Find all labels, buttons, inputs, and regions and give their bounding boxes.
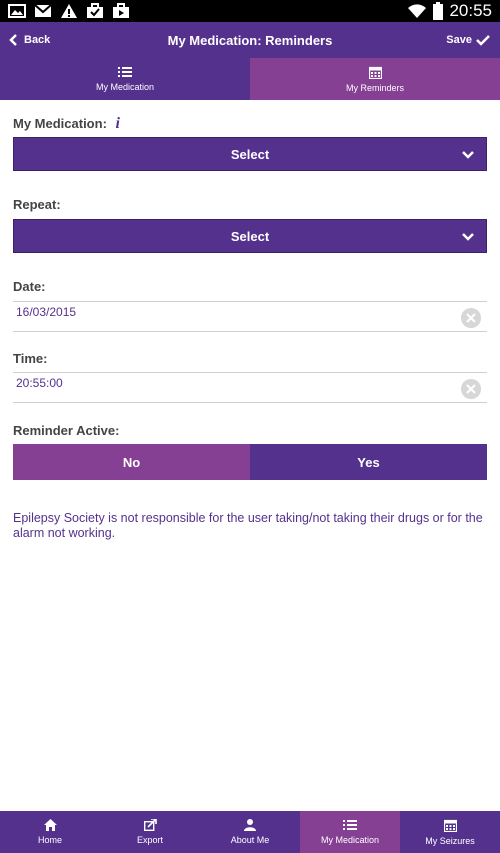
medication-select[interactable]: Select: [13, 137, 487, 171]
repeat-select[interactable]: Select: [13, 219, 487, 253]
tab-label: My Medication: [95, 82, 155, 92]
list-icon: [118, 67, 132, 77]
nav-home[interactable]: Home: [0, 811, 100, 853]
status-time: 20:55: [449, 1, 492, 20]
export-icon: [143, 819, 157, 831]
list-icon: [343, 820, 357, 830]
calendar-icon: [368, 66, 382, 79]
save-button[interactable]: Save: [446, 22, 490, 58]
tab-label: My Reminders: [345, 82, 404, 93]
mail-icon: [34, 4, 52, 17]
time-label: Time:: [13, 351, 48, 366]
warning-icon: [61, 4, 77, 18]
reminder-yes-button[interactable]: Yes: [250, 444, 487, 480]
nav-label: My Seizures: [425, 835, 475, 846]
info-icon[interactable]: i: [116, 115, 120, 132]
wifi-icon: [408, 4, 427, 18]
briefcase-play-icon: [113, 3, 129, 18]
reminder-no-button[interactable]: No: [13, 444, 250, 480]
repeat-label: Repeat:: [13, 197, 61, 212]
nav-my-medication[interactable]: My Medication: [300, 811, 400, 853]
page-title: My Medication: Reminders: [167, 32, 333, 48]
bottom-nav: Home Export About Me My Medication My Se…: [0, 811, 500, 853]
status-bar: 20:55: [0, 0, 500, 22]
nav-label: Home: [37, 835, 62, 845]
date-label: Date:: [13, 279, 46, 294]
header-bar: Back My Medication: Reminders Save: [0, 22, 500, 58]
clear-date-icon[interactable]: [461, 308, 481, 328]
check-icon: [476, 35, 490, 46]
nav-my-seizures[interactable]: My Seizures: [400, 811, 500, 853]
gallery-icon: [8, 4, 26, 18]
chevron-down-icon: [462, 233, 474, 241]
tab-my-reminders[interactable]: My Reminders: [250, 58, 500, 100]
tab-my-medication[interactable]: My Medication: [0, 58, 250, 100]
disclaimer-text: Epilepsy Society is not responsible for …: [13, 511, 483, 540]
clear-time-icon[interactable]: [461, 379, 481, 399]
medication-label-row: My Medication: i: [13, 115, 120, 133]
date-value: 16/03/2015: [16, 305, 77, 319]
briefcase-check-icon: [87, 3, 103, 18]
nav-label: My Medication: [320, 835, 380, 845]
person-icon: [244, 819, 256, 831]
home-icon: [43, 819, 57, 831]
nav-label: About Me: [230, 835, 270, 845]
calendar-icon: [443, 819, 457, 832]
save-label: Save: [446, 34, 472, 46]
nav-export[interactable]: Export: [100, 811, 200, 853]
medication-label: My Medication:: [13, 116, 107, 131]
battery-icon: [433, 2, 444, 20]
time-value: 20:55:00: [16, 376, 63, 390]
nav-about-me[interactable]: About Me: [200, 811, 300, 853]
chevron-down-icon: [462, 151, 474, 159]
reminder-active-toggle: No Yes: [13, 444, 487, 480]
repeat-select-value: Select: [230, 228, 270, 244]
nav-label: Export: [136, 835, 163, 845]
time-field[interactable]: 20:55:00: [13, 372, 487, 403]
tab-bar: My Medication My Reminders: [0, 58, 500, 100]
medication-select-value: Select: [230, 146, 270, 162]
reminder-active-label: Reminder Active:: [13, 423, 120, 438]
date-field[interactable]: 16/03/2015: [13, 301, 487, 332]
